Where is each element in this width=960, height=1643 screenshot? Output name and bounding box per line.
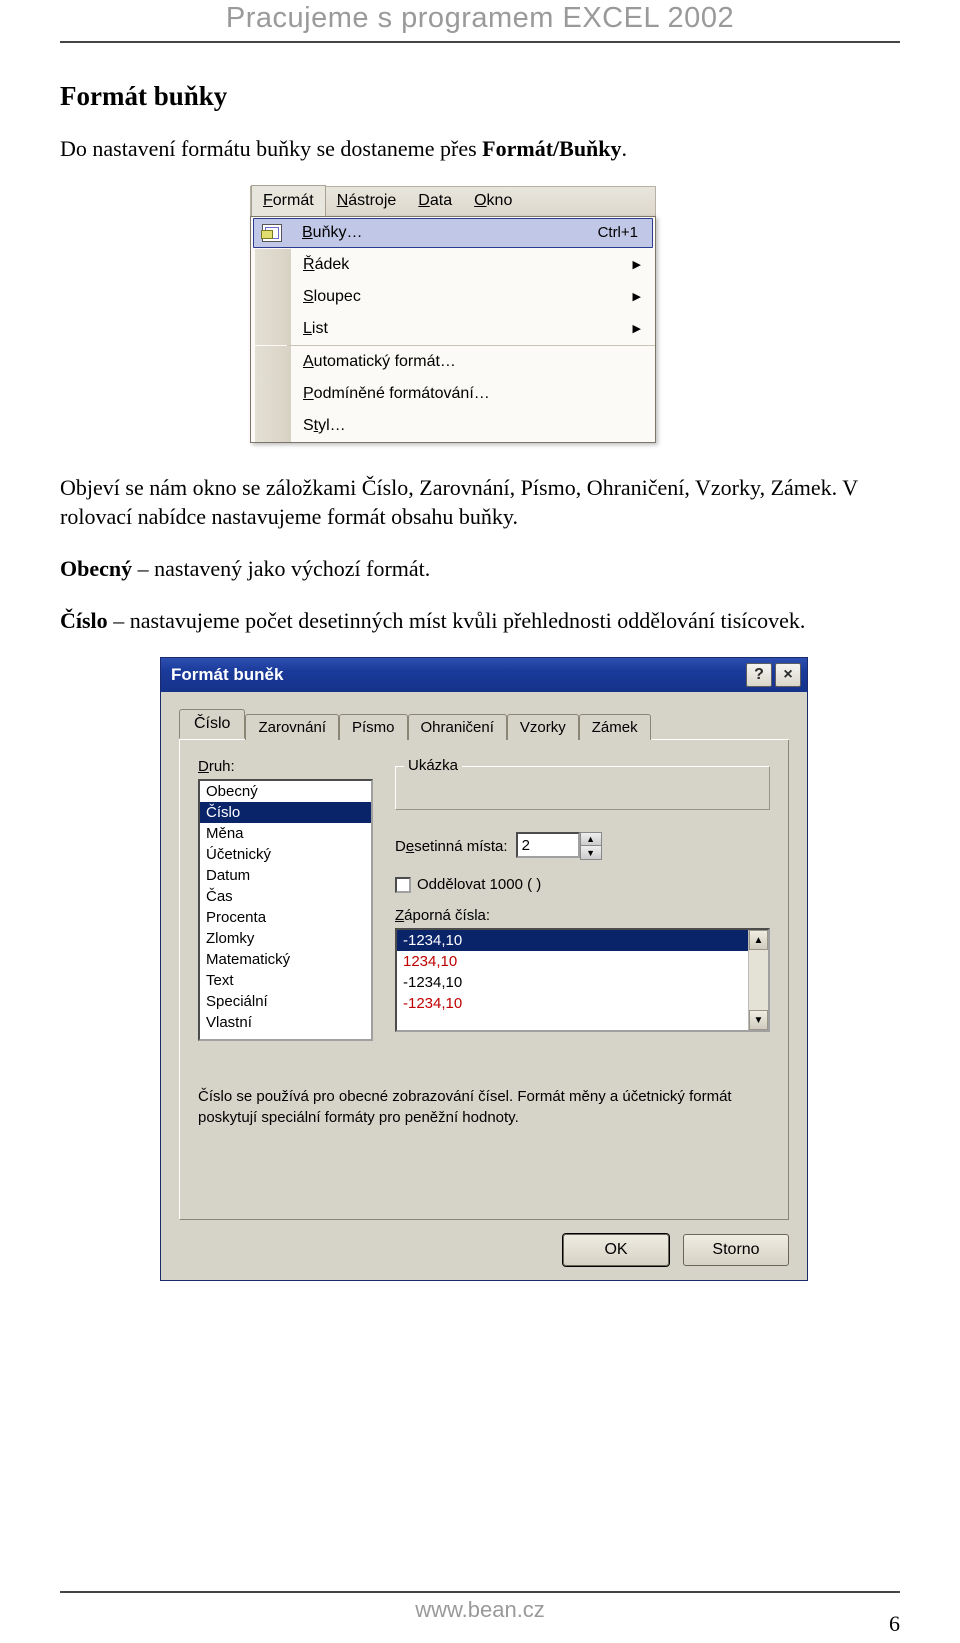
ukazka-label: Ukázka [404,757,462,774]
menu-okno[interactable]: Okno [463,187,523,215]
druh-item-specialni[interactable]: Speciální [200,991,371,1012]
druh-item-text[interactable]: Text [200,970,371,991]
neg-listbox[interactable]: -1234,10 1234,10 -1234,10 -1234,10 ▲ ▼ [395,928,770,1032]
thousand-checkbox[interactable] [395,877,411,893]
menu-item-radek[interactable]: Řádek ▶ [251,249,655,281]
submenu-arrow-icon: ▶ [633,290,655,303]
format-description: Číslo se používá pro obecné zobrazování … [198,1087,770,1128]
paragraph-4: Číslo – nastavujeme počet desetinných mí… [60,606,900,636]
p3-bold: Obecný [60,556,132,581]
p1-text-a: Do nastavení formátu buňky se dostaneme … [60,136,482,161]
menu-item-styl[interactable]: Styl… [251,410,655,442]
footer-rule [60,1591,900,1593]
footer-url: www.bean.cz [415,1597,545,1623]
menu-screenshot: Formát Nástroje Data Okno Buňky… Ctrl+1 … [250,186,656,443]
tab-pismo[interactable]: Písmo [339,714,408,740]
tab-panel-cislo: Druh: Obecný Číslo Měna Účetnický Datum … [179,740,789,1220]
menu-format-rest: ormát [273,192,314,209]
page-number: 6 [889,1611,900,1637]
p4-rest: – nastavujeme počet desetinných míst kvů… [108,608,806,633]
neg-item-2[interactable]: -1234,10 [397,972,748,993]
druh-item-ucetnicky[interactable]: Účetnický [200,844,371,865]
page-header-title: Pracujeme s programem EXCEL 2002 [60,2,900,35]
spin-up-icon[interactable]: ▲ [581,833,601,846]
druh-item-procenta[interactable]: Procenta [200,907,371,928]
druh-item-datum[interactable]: Datum [200,865,371,886]
ok-button[interactable]: OK [563,1234,669,1266]
dialog-titlebar: Formát buněk ? × [161,658,807,692]
paragraph-1: Do nastavení formátu buňky se dostaneme … [60,134,900,164]
tab-zarovnani[interactable]: Zarovnání [245,714,339,740]
menu-item-podminene[interactable]: Podmíněné formátování… [251,378,655,410]
druh-item-cas[interactable]: Čas [200,886,371,907]
menu-item-bunky[interactable]: Buňky… Ctrl+1 [253,218,653,248]
paragraph-2: Objeví se nám okno se záložkami Číslo, Z… [60,473,900,532]
shortcut-bunky: Ctrl+1 [598,224,652,241]
format-cells-dialog: Formát buněk ? × Číslo Zarovnání Písmo O… [160,657,808,1281]
p3-rest: – nastavený jako výchozí formát. [132,556,430,581]
druh-item-matematicky[interactable]: Matematický [200,949,371,970]
tabstrip: Číslo Zarovnání Písmo Ohraničení Vzorky … [179,710,789,740]
submenu-arrow-icon: ▶ [633,322,655,335]
tab-cislo[interactable]: Číslo [179,709,245,739]
druh-item-vlastni[interactable]: Vlastní [200,1012,371,1033]
druh-item-zlomky[interactable]: Zlomky [200,928,371,949]
menu-item-sloupec[interactable]: Sloupec ▶ [251,281,655,313]
cells-icon [262,224,282,242]
menu-nastroje-rest: ástroje [348,192,396,209]
thousand-checkbox-row[interactable]: Oddělovat 1000 ( ) [395,876,770,893]
menu-format[interactable]: Formát [251,185,326,216]
neg-label: Záporná čísla: [395,907,770,924]
decimal-input[interactable] [516,832,580,858]
page-footer: www.bean.cz 6 [60,1583,900,1623]
druh-item-obecny[interactable]: Obecný [200,781,371,802]
menu-data-rest: ata [430,192,452,209]
menu-okno-rest: kno [487,192,513,209]
paragraph-3: Obecný – nastavený jako výchozí formát. [60,554,900,584]
menu-item-list[interactable]: List ▶ [251,313,655,345]
neg-scrollbar[interactable]: ▲ ▼ [748,930,768,1030]
ukazka-groupbox: Ukázka [395,766,770,810]
dialog-title: Formát buněk [171,665,283,685]
neg-item-1[interactable]: 1234,10 [397,951,748,972]
header-rule [60,41,900,43]
neg-item-0[interactable]: -1234,10 [397,930,748,951]
druh-item-cislo[interactable]: Číslo [200,802,371,823]
cancel-button[interactable]: Storno [683,1234,789,1266]
scroll-down-icon[interactable]: ▼ [749,1010,768,1030]
scroll-up-icon[interactable]: ▲ [749,930,768,950]
section-heading: Formát buňky [60,81,900,112]
format-dropdown: Buňky… Ctrl+1 Řádek ▶ Sloupec ▶ List ▶ [250,216,656,443]
menu-item-autoformat[interactable]: Automatický formát… [251,346,655,378]
decimal-spinbox[interactable]: ▲ ▼ [516,832,602,860]
druh-listbox[interactable]: Obecný Číslo Měna Účetnický Datum Čas Pr… [198,779,373,1041]
help-button[interactable]: ? [746,663,772,687]
menu-data[interactable]: Data [407,187,463,215]
decimal-label: Desetinná místa: [395,838,508,855]
druh-label: Druh: [198,758,373,775]
spin-down-icon[interactable]: ▼ [581,846,601,859]
druh-item-mena[interactable]: Měna [200,823,371,844]
menubar: Formát Nástroje Data Okno [250,186,656,216]
p4-bold: Číslo [60,608,108,633]
submenu-arrow-icon: ▶ [633,258,655,271]
tab-zamek[interactable]: Zámek [579,714,651,740]
tab-ohraniceni[interactable]: Ohraničení [408,714,507,740]
p1-bold: Formát/Buňky [482,136,621,161]
menu-nastroje[interactable]: Nástroje [326,187,408,215]
thousand-label: Oddělovat 1000 ( ) [417,876,541,893]
tab-vzorky[interactable]: Vzorky [507,714,579,740]
neg-item-3[interactable]: -1234,10 [397,993,748,1014]
close-button[interactable]: × [775,663,801,687]
p1-text-c: . [622,136,628,161]
